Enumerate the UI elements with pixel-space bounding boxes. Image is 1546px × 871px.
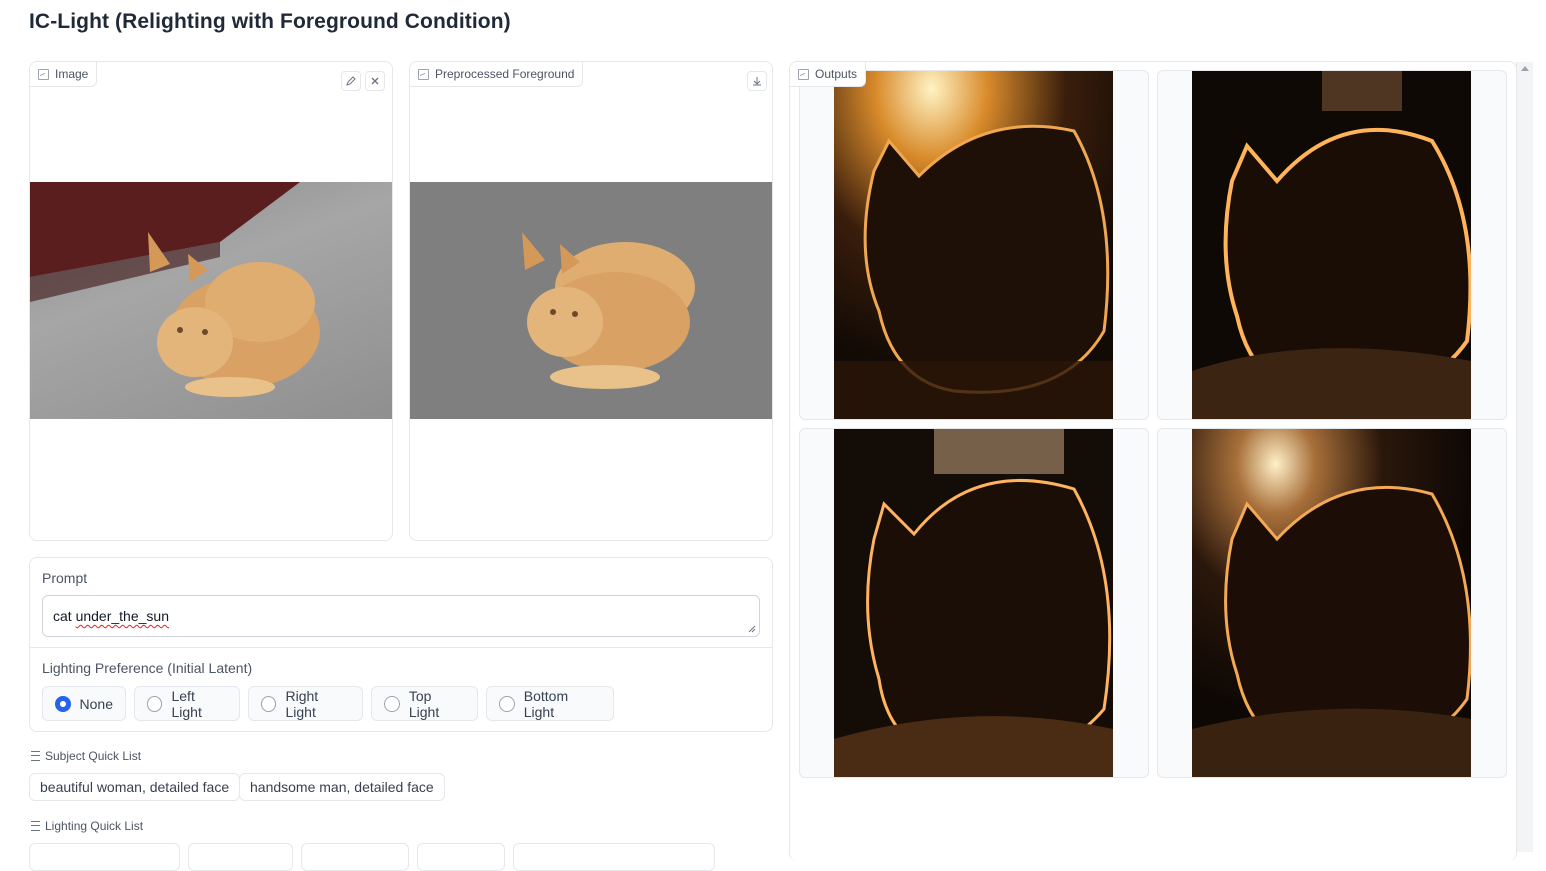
edit-icon[interactable] — [341, 71, 361, 91]
image-icon — [38, 68, 49, 80]
lighting-chip[interactable] — [513, 843, 715, 871]
output-image-2[interactable] — [1157, 70, 1507, 420]
list-icon — [31, 751, 40, 761]
download-icon[interactable] — [747, 71, 767, 91]
radio-circle — [499, 695, 515, 712]
lighting-chip[interactable] — [188, 843, 293, 871]
radio-right-light[interactable]: Right Light — [248, 686, 363, 721]
close-icon[interactable] — [365, 71, 385, 91]
lighting-label: Lighting Preference (Initial Latent) — [42, 660, 253, 676]
outputs-panel: Outputs — [789, 61, 1517, 861]
input-cat-photo — [30, 182, 392, 419]
subject-chip-man[interactable]: handsome man, detailed face — [239, 773, 445, 801]
prompt-input[interactable]: cat under_the_sun — [42, 595, 760, 637]
scrollbar[interactable] — [1516, 62, 1533, 852]
prompt-misspelled: under_the_sun — [75, 608, 169, 624]
scroll-up-icon[interactable] — [1521, 66, 1529, 71]
prompt-label: Prompt — [42, 570, 88, 586]
resize-handle-icon[interactable] — [748, 625, 756, 633]
output-image-3[interactable] — [799, 428, 1149, 778]
radio-circle-selected — [55, 695, 71, 712]
subject-chip-woman[interactable]: beautiful woman, detailed face — [29, 773, 241, 801]
foreground-cat-photo — [410, 182, 772, 419]
prompt-prefix: cat — [53, 608, 76, 624]
radio-bottom-light[interactable]: Bottom Light — [486, 686, 614, 721]
lighting-chip[interactable] — [301, 843, 409, 871]
radio-none[interactable]: None — [42, 686, 126, 721]
radio-circle — [384, 695, 400, 712]
image-icon — [418, 68, 429, 80]
image-input-panel[interactable]: Image — [29, 61, 393, 541]
lighting-chip[interactable] — [417, 843, 505, 871]
page-title: IC-Light (Relighting with Foreground Con… — [29, 10, 511, 33]
radio-top-light[interactable]: Top Light — [371, 686, 478, 721]
lighting-chip[interactable] — [29, 843, 180, 871]
radio-circle — [261, 695, 277, 712]
image-label: Image — [30, 62, 98, 87]
outputs-label: Outputs — [790, 62, 867, 87]
radio-circle — [147, 695, 163, 712]
foreground-label: Preprocessed Foreground — [410, 62, 584, 87]
lighting-quick-list-label: Lighting Quick List — [31, 819, 143, 833]
radio-left-light[interactable]: Left Light — [134, 686, 240, 721]
output-image-1[interactable] — [799, 70, 1149, 420]
foreground-panel: Preprocessed Foreground — [409, 61, 773, 541]
list-icon — [31, 821, 40, 831]
image-icon — [798, 68, 809, 80]
output-image-4[interactable] — [1157, 428, 1507, 778]
prompt-panel: Prompt cat under_the_sun Lighting Prefer… — [29, 557, 773, 732]
subject-quick-list-label: Subject Quick List — [31, 749, 141, 763]
